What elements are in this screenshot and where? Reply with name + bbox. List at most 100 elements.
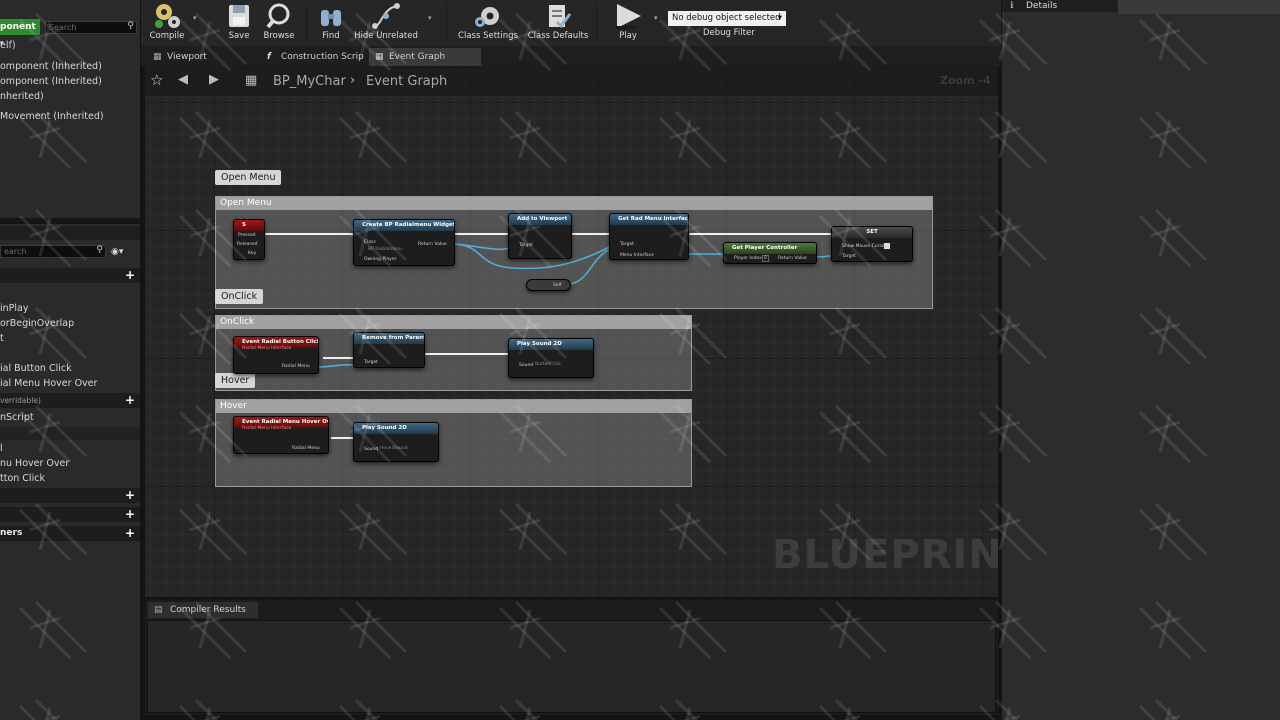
add-component-button[interactable]: ponent ▾ [0,19,40,47]
debug-object-select[interactable]: No debug object selected ▾ [668,11,786,26]
node-event-hover-over[interactable]: Event Radial Menu Hover Over Radial Menu… [233,416,329,454]
tab-event-graph[interactable]: ▦ Event Graph [369,48,481,66]
class-settings-label: Class Settings [458,31,518,41]
compiler-results-panel: ▤ Compiler Results [145,600,998,715]
dropdown-arrow-icon: ▾ [777,13,782,23]
compile-label: Compile [149,31,185,41]
hide-unrelated-button[interactable]: Hide Unrelated [351,0,421,46]
node-ev-button-subtitle: Radial Menu Interface [242,346,292,351]
node-get-player-controller[interactable]: Get Player Controller Player Index 0 Ret… [723,242,817,264]
event-item-hover[interactable]: ial Menu Hover Over [0,378,97,389]
pin-key: Key [248,251,257,256]
add-dispatcher-icon[interactable]: + [125,527,135,539]
compiler-results-tab[interactable]: ▤ Compiler Results [148,602,258,618]
debug-object-value: No debug object selected [672,13,781,23]
debug-filter-label: Debug Filter [703,28,755,38]
pin-return-value: Return Value [418,242,447,247]
tab-construction-script[interactable]: f Construction Scrip [261,48,365,66]
node-play-sound-2d-hover[interactable]: Play Sound 2D Sound HoverSound [353,422,439,462]
pin-pressed: Pressed [238,233,256,238]
blueprint-search-input[interactable]: earch ⚲ [0,245,106,258]
magnifier-icon [264,2,294,30]
node-key-s[interactable]: S Pressed Released Key [233,219,265,260]
save-icon [224,2,254,30]
component-item-2[interactable]: omponent (Inherited) [0,76,102,87]
pin-sound-value[interactable]: ButtonClick [535,362,561,367]
toolbar-separator [306,4,307,42]
node-get-rad-menu-header: Get Rad Menu Interface [610,214,688,225]
dispatcher-item-hover[interactable]: nu Hover Over [0,458,69,469]
add-variable-icon[interactable]: + [125,508,135,520]
pin-radial-menu: Radial Menu [282,364,310,369]
event-item-beginplay[interactable]: inPlay [0,303,28,314]
comment-bubble-onclick[interactable]: OnClick [215,289,264,304]
eye-icon[interactable]: ◉▾ [111,247,129,257]
dispatcher-item-click[interactable]: tton Click [0,473,45,484]
functions-header: verridable) + [0,393,140,408]
details-tab[interactable]: ℹ Details [1002,0,1118,12]
find-button[interactable]: Find [313,0,349,46]
node-remove-parent-header: Remove from Parent [354,333,424,344]
node-get-rad-menu[interactable]: Get Rad Menu Interface Target Menu Inter… [609,213,689,260]
node-set-show-mouse[interactable]: SET Show Mouse Cursor Target [831,226,913,262]
component-item-4[interactable]: Movement (Inherited) [0,111,104,122]
save-button[interactable]: Save [223,0,255,46]
add-component-label: ponent [0,22,36,32]
component-item-1[interactable]: omponent (Inherited) [0,61,102,72]
add-graph-icon[interactable]: + [125,269,135,281]
overridable-label: verridable) [0,396,41,405]
node-remove-from-parent[interactable]: Remove from Parent Target [353,332,425,368]
class-defaults-button[interactable]: Class Defaults [526,0,590,46]
event-graph-icon: ▦ [375,52,384,62]
component-item-3[interactable]: nherited) [0,91,44,102]
node-create-widget[interactable]: Create BP Radialmenu Widget Class BP Rad… [353,219,455,266]
compile-button[interactable]: Compile [143,0,191,46]
event-item-t[interactable]: t [0,333,4,344]
class-settings-button[interactable]: Class Settings [456,0,520,46]
dispatcher-item-0[interactable]: l [0,443,3,454]
comment-bubble-open-menu[interactable]: Open Menu [215,170,282,185]
node-add-to-viewport[interactable]: Add to Viewport Target [508,213,572,259]
event-item-overlap[interactable]: orBeginOverlap [0,318,74,329]
pin-return-value: Return Value [778,256,807,261]
compile-options-arrow[interactable]: ▾ [193,14,197,22]
node-get-pc-header: Get Player Controller [724,243,816,254]
pin-target: Target [364,360,378,365]
toolbar-separator [446,4,447,42]
node-event-radial-button-click[interactable]: Event Radial Button Click Radial Menu In… [233,336,319,374]
component-search-input[interactable]: Search ⚲ [45,21,137,34]
graphs-header: + [0,268,140,283]
pin-sound-value[interactable]: HoverSound [380,446,408,451]
comment-box-open-menu[interactable]: Open Menu [215,196,933,309]
pin-self: Self [553,283,562,288]
variables-header: + [0,507,140,522]
panel-divider[interactable] [0,218,140,224]
toolbar: Compile ▾ Save Browse Find Hide Unrelate… [141,0,1001,46]
pin-released: Released [237,242,258,247]
section-divider [0,427,140,440]
comment-bubble-hover[interactable]: Hover [215,373,256,388]
event-graph-canvas[interactable]: ☆ ◀ ▶ ▦ BP_MyChar › Event Graph Zoom -4 [145,66,998,597]
tab-viewport[interactable]: ▦ Viewport [147,48,247,66]
component-item-self[interactable]: elf) [0,40,16,51]
function-item-construction[interactable]: nScript [0,412,34,423]
event-item-button-click[interactable]: ial Button Click [0,363,72,374]
find-label: Find [322,31,340,41]
node-play-sound-2d[interactable]: Play Sound 2D Sound ButtonClick [508,338,594,378]
toolbar-separator [596,4,597,42]
add-function-icon[interactable]: + [125,394,135,406]
pin-player-index-value[interactable]: 0 [762,255,769,262]
pin-class: Class [364,240,376,245]
pin-radial-menu: Radial Menu [292,446,320,451]
node-play-sound2-header: Play Sound 2D [354,423,438,434]
play-button[interactable]: Play [607,0,649,46]
hide-options-arrow[interactable]: ▾ [428,14,432,22]
tab-construction-label: Construction Scrip [281,52,364,62]
node-self[interactable]: Self [526,279,571,291]
play-options-arrow[interactable]: ▾ [654,14,658,22]
show-mouse-checkbox[interactable] [884,243,890,249]
details-tab-label: Details [1026,1,1058,11]
browse-button[interactable]: Browse [259,0,299,46]
node-set-header: SET [832,227,912,238]
add-macro-icon[interactable]: + [125,489,135,501]
